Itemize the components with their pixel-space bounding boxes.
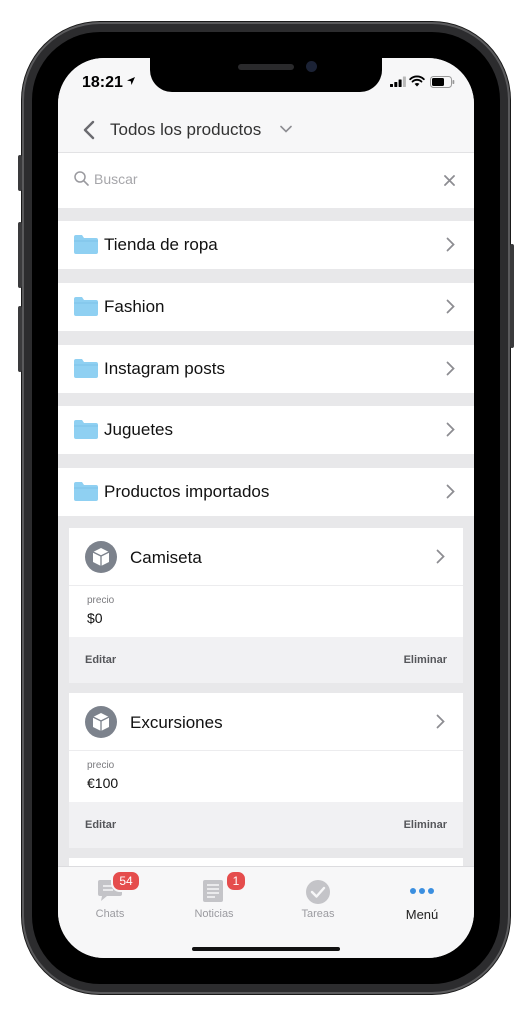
product-box-icon bbox=[85, 706, 117, 738]
product-title[interactable]: Camiseta bbox=[130, 548, 202, 568]
volume-up-button bbox=[18, 222, 22, 288]
news-icon bbox=[203, 880, 223, 902]
side-button bbox=[510, 244, 514, 348]
search-bar bbox=[58, 153, 474, 208]
back-chevron-icon[interactable] bbox=[82, 120, 96, 140]
chevron-right-icon bbox=[446, 422, 455, 437]
page-title[interactable]: Todos los productos bbox=[110, 120, 261, 140]
status-time: 18:21 bbox=[82, 74, 123, 91]
chats-badge: 54 bbox=[111, 870, 141, 892]
search-input[interactable] bbox=[92, 170, 426, 188]
folder-label: Productos importados bbox=[104, 482, 270, 501]
notch bbox=[150, 58, 382, 92]
edit-button[interactable]: Editar bbox=[85, 654, 116, 666]
card-actions: Editar Eliminar bbox=[69, 802, 463, 848]
location-arrow-icon bbox=[127, 77, 135, 85]
chevron-right-icon bbox=[446, 361, 455, 376]
folder-item[interactable]: Fashion bbox=[58, 283, 474, 331]
tab-chats[interactable]: 54 Chats bbox=[58, 867, 162, 927]
product-box-icon bbox=[85, 541, 117, 573]
divider bbox=[69, 750, 463, 751]
cellular-signal-icon bbox=[390, 76, 406, 87]
tasks-check-icon bbox=[306, 880, 330, 904]
chevron-down-icon[interactable] bbox=[280, 125, 292, 133]
chevron-right-icon[interactable] bbox=[436, 549, 445, 564]
clear-search-icon[interactable] bbox=[444, 175, 455, 186]
front-camera bbox=[306, 61, 317, 72]
folder-label: Juguetes bbox=[104, 420, 173, 439]
tab-label: Chats bbox=[95, 908, 125, 920]
folder-label: Tienda de ropa bbox=[104, 235, 218, 254]
folder-icon bbox=[74, 420, 98, 439]
folder-icon bbox=[74, 359, 98, 378]
folder-item[interactable]: Juguetes bbox=[58, 406, 474, 454]
card-actions: Editar Eliminar bbox=[69, 637, 463, 683]
folder-icon bbox=[74, 482, 98, 501]
folder-icon bbox=[74, 297, 98, 316]
folder-icon bbox=[74, 235, 98, 254]
speaker-grille bbox=[238, 64, 294, 70]
price-value: €100 bbox=[87, 775, 119, 791]
search-icon bbox=[74, 171, 89, 186]
folder-item[interactable]: Instagram posts bbox=[58, 345, 474, 393]
tab-label: Tareas bbox=[301, 908, 335, 920]
price-label: precio bbox=[87, 760, 115, 771]
delete-button[interactable]: Eliminar bbox=[404, 819, 447, 831]
product-title[interactable]: Excursiones bbox=[130, 713, 223, 733]
tab-noticias[interactable]: 1 Noticias bbox=[162, 867, 266, 927]
tab-bar: 54 Chats 1 Noticias Tareas Menú bbox=[58, 866, 474, 958]
home-indicator bbox=[192, 947, 340, 951]
news-badge: 1 bbox=[225, 870, 247, 892]
folder-label: Instagram posts bbox=[104, 359, 225, 378]
delete-button[interactable]: Eliminar bbox=[404, 654, 447, 666]
price-label: precio bbox=[87, 595, 115, 606]
product-card: Camiseta precio $0 Editar Eliminar bbox=[69, 528, 463, 683]
volume-down-button bbox=[18, 306, 22, 372]
chevron-right-icon[interactable] bbox=[436, 714, 445, 729]
screen: 18:21 Todos los productos Tienda bbox=[58, 58, 474, 958]
edit-button[interactable]: Editar bbox=[85, 819, 116, 831]
tab-label: Noticias bbox=[194, 908, 234, 920]
product-card: Excursiones precio €100 Editar Eliminar bbox=[69, 693, 463, 848]
mute-switch bbox=[18, 155, 22, 191]
battery-icon bbox=[430, 76, 455, 88]
chevron-right-icon bbox=[446, 484, 455, 499]
chevron-right-icon bbox=[446, 299, 455, 314]
divider bbox=[69, 585, 463, 586]
more-dots-icon bbox=[410, 888, 434, 894]
chevron-right-icon bbox=[446, 237, 455, 252]
folder-item[interactable]: Productos importados bbox=[58, 468, 474, 516]
price-value: $0 bbox=[87, 610, 103, 626]
folder-label: Fashion bbox=[104, 297, 165, 316]
nav-header: Todos los productos bbox=[58, 108, 474, 153]
tab-menu[interactable]: Menú bbox=[370, 867, 474, 927]
wifi-icon bbox=[409, 75, 425, 87]
folder-item[interactable]: Tienda de ropa bbox=[58, 221, 474, 269]
tab-tareas[interactable]: Tareas bbox=[266, 867, 370, 927]
tab-label: Menú bbox=[405, 907, 439, 922]
